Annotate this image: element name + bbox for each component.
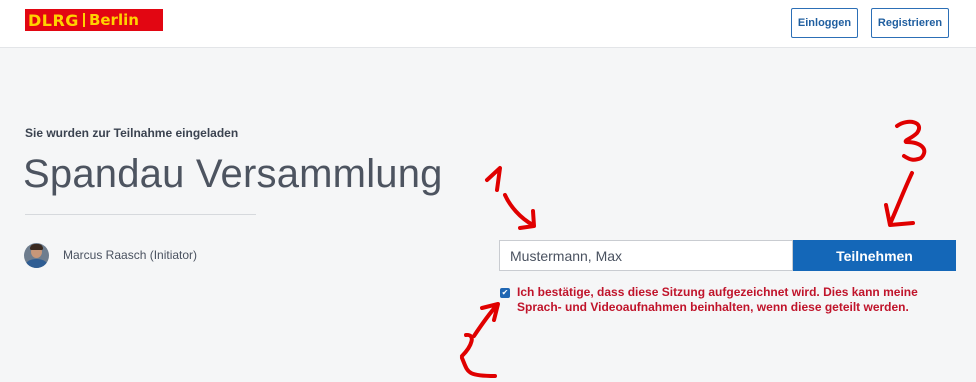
annotation-arrow-2 (472, 303, 499, 338)
register-button[interactable]: Registrieren (871, 8, 949, 38)
checkmark-icon: ✔ (501, 288, 509, 297)
annotation-number-3 (895, 119, 927, 162)
annotation-number-2 (460, 333, 497, 378)
annotation-arrowhead-1 (518, 209, 536, 230)
avatar-body (25, 259, 48, 268)
annotation-arrowhead-2 (480, 302, 500, 322)
initiator-avatar (24, 243, 49, 268)
top-navigation-bar: DLRG Berlin Einloggen Registrieren (0, 0, 976, 48)
annotation-number-1 (485, 166, 502, 192)
login-button[interactable]: Einloggen (791, 8, 858, 38)
name-input[interactable] (499, 240, 793, 271)
initiator-name: Marcus Raasch (Initiator) (63, 248, 198, 262)
meeting-title: Spandau Versammlung (23, 152, 443, 196)
avatar-hair (30, 244, 43, 250)
consent-checkbox[interactable]: ✔ (500, 288, 510, 298)
annotation-arrow-1 (503, 193, 535, 227)
logo-city: Berlin (88, 11, 139, 29)
consent-text: Ich bestätige, dass diese Sitzung aufgez… (517, 285, 918, 314)
join-button[interactable]: Teilnehmen (793, 240, 956, 271)
annotation-arrowhead-3 (884, 203, 915, 227)
dlrg-berlin-logo[interactable]: DLRG Berlin (25, 9, 163, 31)
logo-divider (82, 13, 85, 27)
title-divider (25, 214, 256, 215)
annotation-arrow-3 (888, 171, 914, 226)
logo-text: DLRG (28, 10, 79, 30)
invitation-label: Sie wurden zur Teilnahme eingeladen (25, 126, 239, 140)
